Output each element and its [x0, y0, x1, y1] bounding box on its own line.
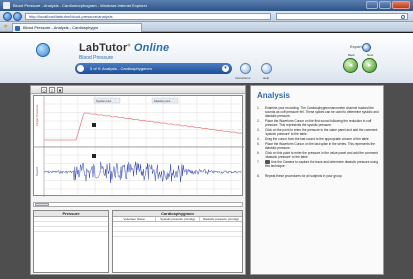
window-controls	[366, 1, 410, 9]
chart-view[interactable]: Finger Pressure Sound Systolic point Dia…	[33, 95, 244, 197]
pressure-table: Pressure	[33, 210, 109, 273]
browser-tab[interactable]: Blood Pressure - Analysis - Cardiosphygm	[12, 23, 142, 32]
chart-grid	[43, 96, 244, 197]
table-row[interactable]	[113, 232, 242, 237]
step-number: 7.	[257, 160, 260, 164]
forward-arrow-icon[interactable]	[13, 12, 22, 21]
analysis-steps: 1. Examine your recording. The Cardiosphy…	[257, 106, 381, 179]
search-icon[interactable]	[401, 15, 405, 19]
back-arrow-icon[interactable]	[3, 12, 12, 21]
analysis-step: 6. Click on this point to enter the press…	[257, 151, 381, 159]
analysis-step: 5. Place the Waveform Cursor on the last …	[257, 142, 381, 150]
step-number: 1.	[257, 106, 260, 110]
analysis-step: 7. Use the Camera to capture the trace an…	[257, 160, 381, 168]
column-header: Volunteer Name	[113, 217, 157, 221]
favorites-star-icon[interactable]: ★	[3, 24, 8, 30]
sound-axis-label: Sound	[35, 167, 39, 176]
pressure-axis-label: Finger Pressure	[35, 104, 39, 126]
zoom-tool-icon[interactable]: Q	[41, 87, 47, 93]
chart-toolbar: Q Z ✱	[31, 86, 245, 94]
step-number: 6.	[257, 151, 260, 155]
window-title: Blood Pressure - Analysis - Cardiomorpho…	[13, 3, 148, 8]
step-text: Place the Waveform Cursor on the first s…	[265, 119, 372, 127]
step-text: Examine your recording. The Cardiosphygm…	[265, 106, 379, 118]
results-table: Cardiosphygmon Volunteer Name Systolic p…	[112, 210, 243, 273]
search-input[interactable]	[276, 13, 408, 20]
analysis-step: 2. Place the Waveform Cursor on the first…	[257, 119, 381, 127]
column-header: Systolic pressure (mmHg)	[156, 217, 200, 221]
page-menu-icon	[77, 65, 84, 72]
scrollbar-thumb[interactable]	[35, 203, 49, 206]
next-label: Next	[367, 53, 374, 57]
minimize-button[interactable]	[366, 1, 378, 9]
help-icon[interactable]	[261, 63, 272, 74]
marker-a-label: Systolic point	[96, 99, 112, 103]
scale-tool-icon[interactable]: Z	[49, 87, 55, 93]
app-header: LabTutor® Online Blood Pressure 5 of 9: …	[0, 33, 413, 83]
chart-scrollbar[interactable]	[33, 202, 243, 207]
waveform-cursor-marker[interactable]	[92, 123, 96, 127]
step-text: Drag the cursor from the last sound to t…	[265, 137, 370, 141]
chevron-down-icon[interactable]: ▾	[222, 65, 229, 72]
column-header: Diastolic pressure (mmHg)	[203, 217, 239, 221]
analysis-step: 1. Examine your recording. The Cardiosphy…	[257, 106, 381, 118]
step-text: Click on this point to enter the pressur…	[265, 151, 378, 159]
help-label: Help	[263, 76, 270, 80]
pressure-trace	[44, 112, 243, 141]
page-content: LabTutor® Online Blood Pressure 5 of 9: …	[0, 33, 413, 279]
step-number: 8.	[257, 174, 260, 178]
step-number: 5.	[257, 142, 260, 146]
back-label: Back	[348, 53, 355, 57]
analysis-panel: Analysis 1. Examine your recording. The C…	[250, 85, 384, 275]
address-bar[interactable]: http://localhost/labtutor/blood-pressure…	[25, 13, 271, 20]
analysis-step: 3. Click on the point to enter the pressu…	[257, 128, 381, 136]
browser-tab-bar: ★ Blood Pressure - Analysis - Cardiosphy…	[0, 22, 413, 32]
recording-panel: Q Z ✱ Finger Pressure Sound Systolic poi…	[30, 85, 246, 275]
window-title-bar: Blood Pressure - Analysis - Cardiomorpho…	[0, 0, 413, 11]
marker-b-label: Diastolic point	[154, 99, 170, 103]
page-favicon-icon	[15, 26, 20, 31]
tab-label: Blood Pressure - Analysis - Cardiosphygm	[23, 25, 98, 30]
sound-cursor-marker[interactable]	[92, 154, 96, 158]
instructions-icon[interactable]	[240, 63, 251, 74]
analysis-step: 8. Repeat these procedures for all subjec…	[257, 174, 381, 178]
export-button[interactable]: ×	[362, 43, 371, 52]
analysis-title: Analysis	[257, 91, 290, 100]
logo-name: LabTutor	[79, 42, 128, 54]
page-selector-label: 5 of 9: Analysis - Cardiosphygmom	[90, 66, 152, 71]
browser-app-icon	[3, 2, 10, 9]
browser-navigation-bar: http://localhost/labtutor/blood-pressure…	[0, 11, 413, 22]
table-row[interactable]	[34, 227, 108, 232]
instructions-label: Instructions	[235, 76, 251, 80]
step-number: 4.	[257, 137, 260, 141]
back-button[interactable]: ◂	[343, 58, 358, 73]
step-text: Use the Camera to capture the trace and …	[265, 160, 379, 168]
close-button[interactable]	[392, 1, 410, 9]
settings-tool-icon[interactable]: ✱	[57, 87, 63, 93]
step-text: Place the Waveform Cursor on the last sp…	[265, 142, 376, 150]
app-logo: LabTutor® Online	[79, 42, 170, 54]
step-text: Click on the point to enter the pressure…	[265, 128, 378, 136]
export-label: Export	[350, 44, 362, 49]
analysis-step: 4. Drag the cursor from the last sound to…	[257, 137, 381, 141]
experiment-title: Blood Pressure	[79, 55, 114, 61]
logo-suffix: Online	[133, 42, 170, 54]
step-number: 3.	[257, 128, 260, 132]
sound-trace	[43, 161, 242, 183]
page-selector[interactable]: 5 of 9: Analysis - Cardiosphygmom ▾	[75, 63, 232, 74]
labtutor-logo-icon	[36, 43, 50, 57]
step-text: Repeat these procedures for all subjects…	[265, 174, 343, 178]
next-button[interactable]: ▸	[362, 58, 377, 73]
recording-chart[interactable]: Finger Pressure Sound Systolic point Dia…	[34, 96, 244, 197]
maximize-button[interactable]	[379, 1, 391, 9]
step-number: 2.	[257, 119, 260, 123]
